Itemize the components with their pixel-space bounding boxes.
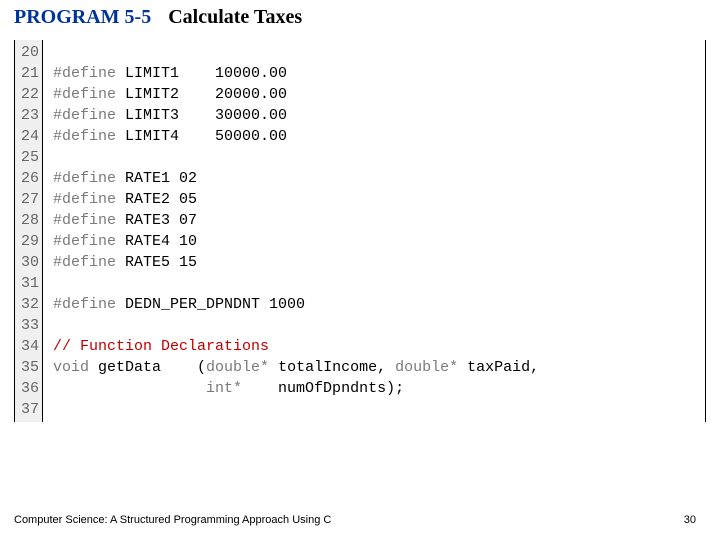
- line-number: 22: [21, 84, 36, 105]
- code-line: #define LIMIT3 30000.00: [53, 105, 697, 126]
- slide-header: PROGRAM 5-5 Calculate Taxes: [14, 6, 302, 29]
- line-number: 25: [21, 147, 36, 168]
- program-label: PROGRAM 5-5: [14, 6, 151, 28]
- code-line: [53, 315, 697, 336]
- line-number: 23: [21, 105, 36, 126]
- code-line: void getData (double* totalIncome, doubl…: [53, 357, 697, 378]
- code-line: #define DEDN_PER_DPNDNT 1000: [53, 294, 697, 315]
- line-number: 28: [21, 210, 36, 231]
- line-number: 32: [21, 294, 36, 315]
- code-listing: 202122232425262728293031323334353637 #de…: [14, 40, 706, 422]
- program-title: Calculate Taxes: [168, 6, 302, 28]
- line-number: 30: [21, 252, 36, 273]
- line-number: 27: [21, 189, 36, 210]
- code-content: #define LIMIT1 10000.00#define LIMIT2 20…: [43, 40, 705, 422]
- code-line: #define LIMIT4 50000.00: [53, 126, 697, 147]
- code-line: #define RATE2 05: [53, 189, 697, 210]
- code-line: #define RATE4 10: [53, 231, 697, 252]
- line-number: 20: [21, 42, 36, 63]
- line-number: 36: [21, 378, 36, 399]
- code-line: #define LIMIT1 10000.00: [53, 63, 697, 84]
- line-number: 21: [21, 63, 36, 84]
- code-line: [53, 399, 697, 420]
- code-line: [53, 273, 697, 294]
- code-line: #define LIMIT2 20000.00: [53, 84, 697, 105]
- code-line: [53, 147, 697, 168]
- code-line: // Function Declarations: [53, 336, 697, 357]
- line-number: 31: [21, 273, 36, 294]
- slide: PROGRAM 5-5 Calculate Taxes 202122232425…: [0, 0, 720, 540]
- footer-citation: Computer Science: A Structured Programmi…: [14, 514, 331, 526]
- line-number: 26: [21, 168, 36, 189]
- code-line: #define RATE3 07: [53, 210, 697, 231]
- line-number: 29: [21, 231, 36, 252]
- line-number: 35: [21, 357, 36, 378]
- line-number: 24: [21, 126, 36, 147]
- line-number: 37: [21, 399, 36, 420]
- line-number: 33: [21, 315, 36, 336]
- code-line: #define RATE5 15: [53, 252, 697, 273]
- code-line: #define RATE1 02: [53, 168, 697, 189]
- line-number-gutter: 202122232425262728293031323334353637: [15, 40, 43, 422]
- page-number: 30: [684, 514, 696, 526]
- code-line: int* numOfDpndnts);: [53, 378, 697, 399]
- code-line: [53, 42, 697, 63]
- line-number: 34: [21, 336, 36, 357]
